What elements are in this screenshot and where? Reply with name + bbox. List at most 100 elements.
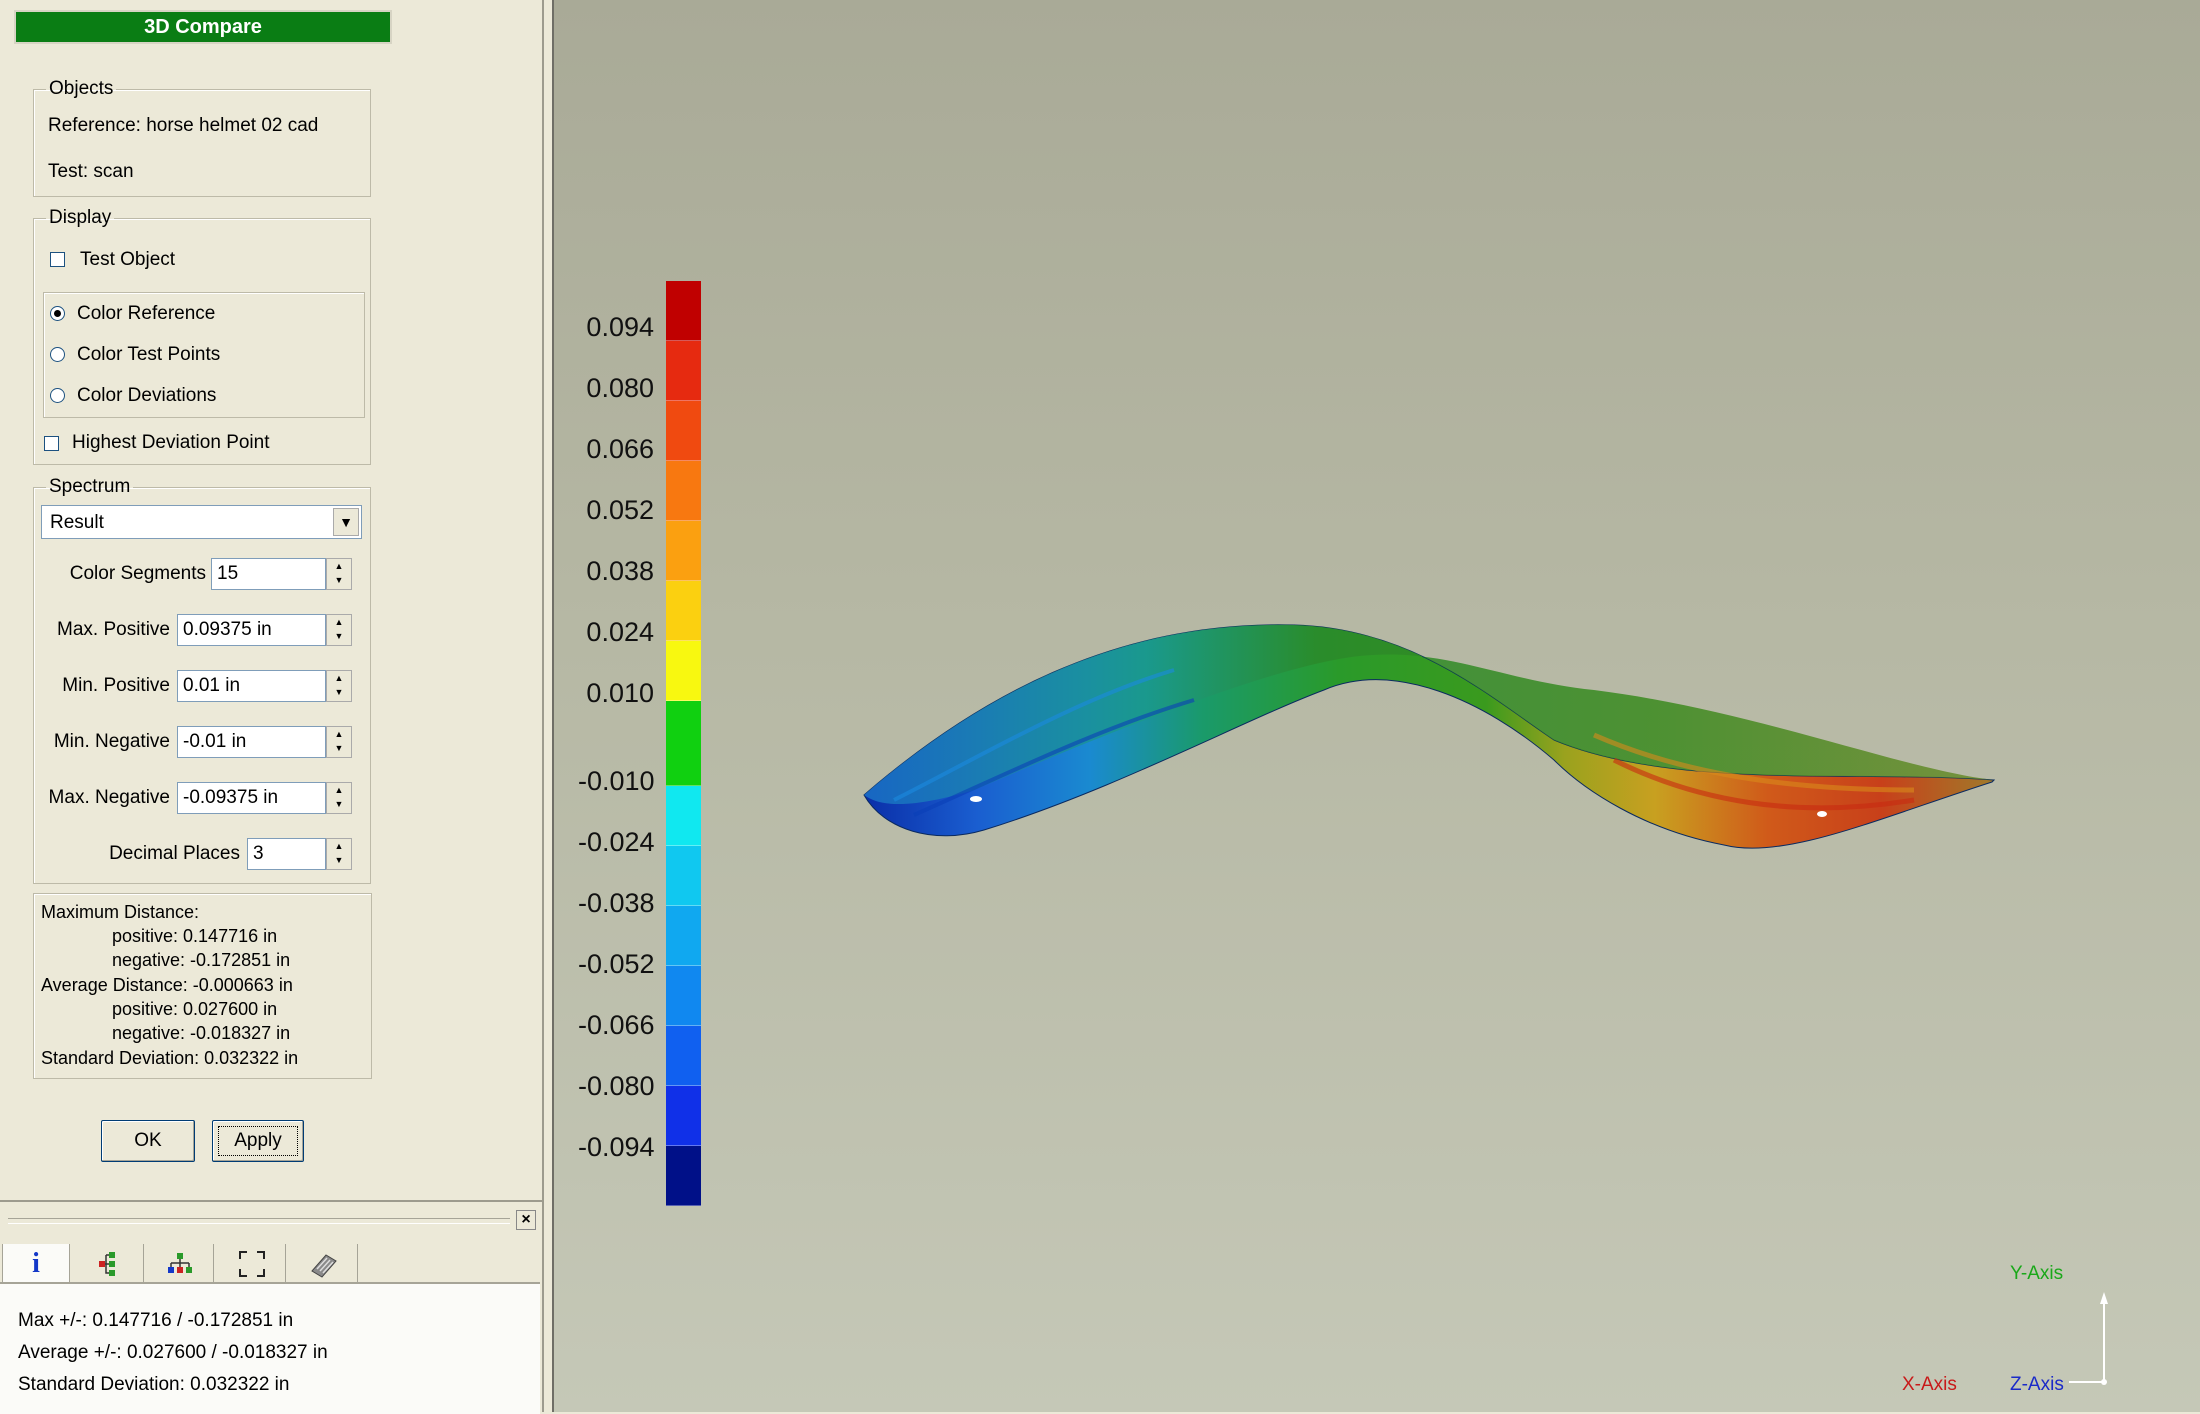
color-test-points-label: Color Test Points: [77, 344, 221, 365]
3d-viewport[interactable]: Y-Axis X-Axis Z-Axis: [552, 0, 2200, 1412]
color-reference-radio[interactable]: [50, 306, 65, 321]
chevron-down-icon[interactable]: ▼: [333, 508, 359, 536]
axis-triad: [2069, 1292, 2108, 1385]
max-negative-input[interactable]: -0.09375 in: [177, 782, 326, 814]
fit-view-tab[interactable]: [218, 1244, 286, 1284]
color-segments-label: Color Segments: [69, 563, 206, 584]
color-scale-segment: [666, 701, 701, 786]
hierarchy-tab[interactable]: [146, 1244, 214, 1284]
min-positive-spinner[interactable]: ▲ ▼: [326, 670, 352, 702]
reference-label: Reference: horse helmet 02 cad: [48, 115, 319, 136]
y-axis-label: Y-Axis: [2010, 1263, 2064, 1284]
min-positive-label: Min. Positive: [62, 675, 170, 696]
spectrum-legend: Spectrum: [49, 476, 131, 497]
min-negative-label: Min. Negative: [53, 731, 170, 752]
color-scale-tick-label: -0.010: [578, 766, 655, 796]
info-max-line: Max +/-: 0.147716 / -0.172851 in: [18, 1310, 294, 1331]
color-scale-segment: [666, 341, 701, 401]
color-scale-segment: [666, 906, 701, 966]
highest-deviation-checkbox[interactable]: [44, 436, 59, 451]
color-scale-segment: [666, 1026, 701, 1086]
tree-tab[interactable]: [76, 1244, 144, 1284]
color-scale-tick-label: 0.094: [586, 312, 654, 342]
color-reference-label: Color Reference: [77, 303, 216, 324]
test-object-checkbox[interactable]: [50, 252, 65, 267]
color-scale-segment: [666, 846, 701, 906]
max-positive-input[interactable]: 0.09375 in: [177, 614, 326, 646]
highest-deviation-label: Highest Deviation Point: [72, 432, 270, 453]
color-scale-tick-label: -0.094: [578, 1132, 655, 1162]
max-distance-negative: negative: -0.172851 in: [112, 950, 291, 970]
standard-deviation: Standard Deviation: 0.032322 in: [41, 1048, 299, 1068]
color-scale-bar: [666, 281, 701, 1206]
panel-title: 3D Compare: [14, 10, 392, 44]
average-distance: Average Distance: -0.000663 in: [41, 975, 293, 995]
average-distance-positive: positive: 0.027600 in: [112, 999, 278, 1019]
test-object-label: Test Object: [80, 249, 176, 270]
deviation-surface[interactable]: [554, 0, 2200, 1412]
color-scale-segment: [666, 966, 701, 1026]
apply-button[interactable]: Apply: [212, 1120, 304, 1162]
z-axis-label: Z-Axis: [2010, 1374, 2064, 1395]
scan-tab[interactable]: [290, 1244, 358, 1284]
color-scale-segment: [666, 461, 701, 521]
info-panel: × i Max +/-: 0.147716 / -0.172851 in Ave…: [0, 1200, 542, 1414]
info-average-line: Average +/-: 0.027600 / -0.018327 in: [18, 1342, 328, 1363]
color-scale-segment: [666, 581, 701, 641]
max-negative-spinner[interactable]: ▲ ▼: [326, 782, 352, 814]
close-icon[interactable]: ×: [516, 1210, 536, 1230]
min-positive-input[interactable]: 0.01 in: [177, 670, 326, 702]
max-positive-label: Max. Positive: [57, 619, 170, 640]
statistics-box: Maximum Distance: positive: 0.147716 in …: [33, 893, 372, 1079]
color-scale-tick-label: -0.080: [578, 1071, 655, 1101]
color-segments-spinner[interactable]: ▲ ▼: [326, 558, 352, 590]
color-scale-tick-label: 0.038: [586, 556, 654, 586]
color-scale-segment: [666, 786, 701, 846]
color-scale-tick-label: 0.080: [586, 373, 654, 403]
scanner-icon: [310, 1254, 337, 1278]
color-scale-tick-label: -0.066: [578, 1010, 655, 1040]
max-negative-label: Max. Negative: [48, 787, 170, 808]
spectrum-mode-value: Result: [50, 512, 104, 533]
average-distance-negative: negative: -0.018327 in: [112, 1023, 291, 1043]
color-deviations-radio[interactable]: [50, 388, 65, 403]
color-scale-segment: [666, 401, 701, 461]
color-test-points-radio[interactable]: [50, 347, 65, 362]
spectrum-mode-select[interactable]: Result ▼: [41, 505, 362, 539]
info-stddev-line: Standard Deviation: 0.032322 in: [18, 1374, 290, 1395]
ok-button[interactable]: OK: [101, 1120, 195, 1162]
objects-legend: Objects: [49, 78, 114, 99]
color-scale-tick-label: 0.066: [586, 434, 654, 464]
color-scale-tick-label: 0.010: [586, 678, 654, 708]
color-scale-segment: [666, 641, 701, 701]
hierarchy-icon: [167, 1252, 192, 1273]
info-content: Max +/-: 0.147716 / -0.172851 in Average…: [0, 1284, 540, 1414]
color-scale-segment: [666, 281, 701, 341]
tree-icon: [98, 1251, 115, 1276]
color-scale-tick-label: -0.052: [578, 949, 655, 979]
fullscreen-icon: [238, 1250, 265, 1277]
color-scale-tick-label: -0.038: [578, 888, 655, 918]
color-scale-tick-label: 0.052: [586, 495, 654, 525]
max-distance-label: Maximum Distance:: [41, 902, 200, 922]
color-deviations-label: Color Deviations: [77, 385, 217, 406]
color-scale-segment: [666, 521, 701, 581]
info-tab[interactable]: i: [2, 1244, 70, 1284]
max-positive-spinner[interactable]: ▲ ▼: [326, 614, 352, 646]
panel-grip[interactable]: [8, 1218, 510, 1224]
apply-button-label: Apply: [218, 1126, 298, 1156]
min-negative-input[interactable]: -0.01 in: [177, 726, 326, 758]
color-scale-tick-label: 0.024: [586, 617, 654, 647]
color-scale-segment: [666, 1086, 701, 1146]
decimal-places-input[interactable]: 3: [247, 838, 326, 870]
test-label: Test: scan: [48, 161, 134, 182]
max-distance-positive: positive: 0.147716 in: [112, 926, 278, 946]
color-scale-segment: [666, 1146, 701, 1206]
min-negative-spinner[interactable]: ▲ ▼: [326, 726, 352, 758]
color-segments-input[interactable]: 15: [211, 558, 326, 590]
color-scale-tick-label: -0.024: [578, 827, 655, 857]
display-legend: Display: [49, 207, 112, 228]
x-axis-label: X-Axis: [1902, 1374, 1957, 1395]
decimal-places-label: Decimal Places: [109, 843, 240, 864]
decimal-places-spinner[interactable]: ▲ ▼: [326, 838, 352, 870]
